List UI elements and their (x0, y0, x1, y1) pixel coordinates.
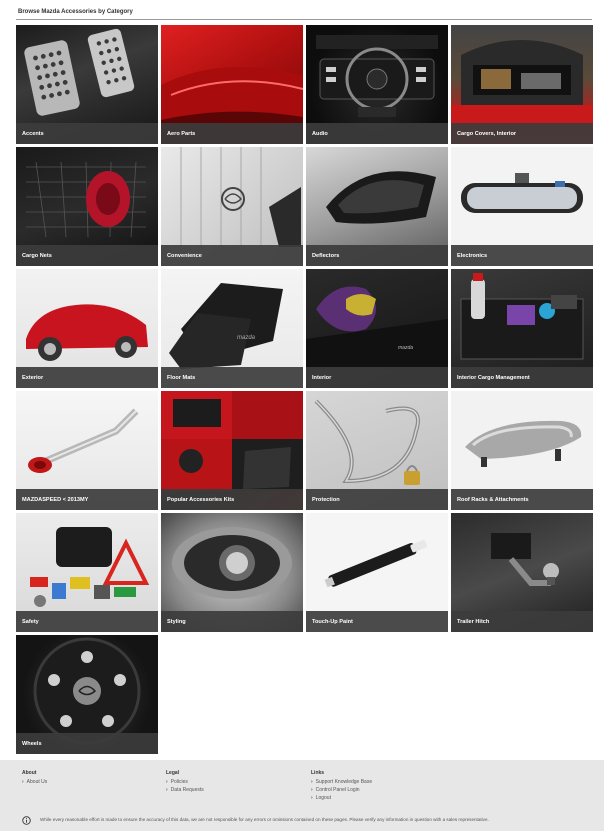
category-tile-interior-cargo-management[interactable]: Interior Cargo Management (451, 269, 593, 388)
footer-link-about-us[interactable]: About Us (22, 779, 48, 785)
category-label[interactable]: Roof Racks & Attachments (457, 497, 529, 503)
category-label[interactable]: Convenience (167, 253, 202, 259)
category-tile-exterior[interactable]: Exterior (16, 269, 158, 388)
category-label[interactable]: Interior Cargo Management (457, 375, 530, 381)
category-label[interactable]: Popular Accessories Kits (167, 497, 234, 503)
category-label[interactable]: Safety (22, 619, 39, 625)
footer-link-support-kb[interactable]: Support Knowledge Base (311, 779, 372, 785)
svg-text:mazda: mazda (398, 345, 413, 351)
category-label[interactable]: Protection (312, 497, 340, 503)
category-label[interactable]: Interior (312, 375, 331, 381)
heading-divider (16, 19, 592, 20)
category-tile-safety[interactable]: Safety (16, 513, 158, 632)
footer: About About Us Legal Policies Data Reque… (0, 760, 604, 831)
category-tile-convenience[interactable]: Convenience (161, 147, 303, 266)
svg-text:mazda: mazda (237, 335, 256, 341)
category-label[interactable]: Accents (22, 131, 44, 137)
category-label[interactable]: Cargo Covers, Interior (457, 131, 516, 137)
footer-link-data-requests[interactable]: Data Requests (166, 787, 204, 793)
category-tile-touch-up-paint[interactable]: Touch-Up Paint (306, 513, 448, 632)
footer-link-policies[interactable]: Policies (166, 779, 204, 785)
category-label[interactable]: Electronics (457, 253, 487, 259)
page: Browse Mazda Accessories by Category Acc… (0, 0, 604, 831)
footer-about: About About Us (22, 770, 47, 787)
category-label[interactable]: Aero Parts (167, 131, 195, 137)
footer-links: Links Support Knowledge Base Control Pan… (311, 770, 372, 803)
info-circle-icon (22, 816, 31, 825)
footer-links-heading: Links (311, 770, 325, 776)
category-label[interactable]: MAZDASPEED < 2013MY (22, 497, 88, 503)
category-tile-wheels[interactable]: Wheels (16, 635, 158, 754)
category-tile-floor-mats[interactable]: mazda Floor Mats (161, 269, 303, 388)
category-tile-roof-racks[interactable]: Roof Racks & Attachments (451, 391, 593, 510)
category-tile-audio[interactable]: Audio (306, 25, 448, 144)
section-heading: Browse Mazda Accessories by Category (18, 9, 133, 15)
footer-link-logout[interactable]: Logout (311, 795, 372, 801)
category-label[interactable]: Floor Mats (167, 375, 195, 381)
category-tile-deflectors[interactable]: Deflectors (306, 147, 448, 266)
footer-link-control-panel-login[interactable]: Control Panel Login (311, 787, 372, 793)
category-tile-cargo-covers[interactable]: Cargo Covers, Interior (451, 25, 593, 144)
footer-legal-heading: Legal (166, 770, 180, 776)
category-label[interactable]: Wheels (22, 741, 42, 747)
footer-legal: Legal Policies Data Requests (166, 770, 204, 795)
category-label[interactable]: Audio (312, 131, 328, 137)
category-label[interactable]: Deflectors (312, 253, 339, 259)
category-label[interactable]: Styling (167, 619, 186, 625)
category-tile-mazdaspeed[interactable]: MAZDASPEED < 2013MY (16, 391, 158, 510)
disclaimer-text: While every reasonable effort is made to… (40, 817, 489, 822)
category-tile-popular-accessories-kits[interactable]: Popular Accessories Kits (161, 391, 303, 510)
footer-about-heading: About (22, 770, 37, 776)
category-tile-accents[interactable]: Accents (16, 25, 158, 144)
category-label[interactable]: Exterior (22, 375, 43, 381)
category-label[interactable]: Cargo Nets (22, 253, 52, 259)
category-label[interactable]: Trailer Hitch (457, 619, 489, 625)
category-grid: Accents Aero Parts Audio Cargo Covers, I… (16, 25, 593, 754)
category-tile-electronics[interactable]: Electronics (451, 147, 593, 266)
category-tile-interior[interactable]: mazda Interior (306, 269, 448, 388)
category-label[interactable]: Touch-Up Paint (312, 619, 353, 625)
category-tile-styling[interactable]: Styling (161, 513, 303, 632)
category-tile-cargo-nets[interactable]: Cargo Nets (16, 147, 158, 266)
category-tile-trailer-hitch[interactable]: Trailer Hitch (451, 513, 593, 632)
category-tile-aero-parts[interactable]: Aero Parts (161, 25, 303, 144)
category-tile-protection[interactable]: Protection (306, 391, 448, 510)
